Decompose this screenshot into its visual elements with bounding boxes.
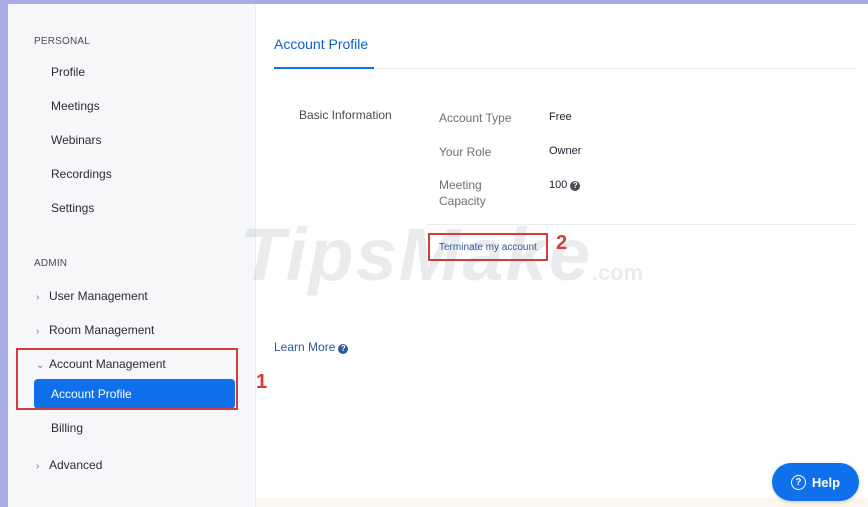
tab-account-profile[interactable]: Account Profile — [274, 36, 368, 52]
field-label-meeting-capacity: Meeting Capacity — [439, 177, 486, 209]
sidebar-item-recordings[interactable]: Recordings — [51, 167, 112, 181]
help-button-label: Help — [811, 474, 841, 490]
field-label-account-type: Account Type — [439, 111, 512, 125]
highlight-box-account-management — [16, 348, 238, 410]
section-label-admin: ADMIN — [34, 258, 68, 269]
field-value-meeting-capacity: 100? — [549, 179, 581, 191]
learn-more-link[interactable]: Learn More? — [274, 340, 349, 354]
chevron-right-icon: › — [36, 461, 40, 472]
callout-number-2: 2 — [556, 232, 568, 254]
tab-active-indicator — [274, 67, 374, 69]
bottom-strip — [256, 498, 868, 507]
learn-more-label: Learn More — [274, 340, 336, 354]
highlight-box-terminate — [428, 233, 548, 261]
chevron-right-icon: › — [36, 326, 40, 337]
sidebar: PERSONAL Profile Meetings Webinars Recor… — [8, 4, 256, 507]
sidebar-item-settings[interactable]: Settings — [51, 201, 94, 215]
question-circle-icon[interactable]: ? — [570, 181, 581, 191]
sidebar-item-webinars[interactable]: Webinars — [51, 133, 101, 147]
chevron-right-icon: › — [36, 292, 40, 303]
sidebar-item-label: Room Management — [49, 323, 155, 337]
field-value-your-role: Owner — [549, 145, 582, 157]
callout-number-1: 1 — [256, 371, 268, 393]
field-label-line: Meeting — [439, 178, 482, 192]
question-circle-icon: ? — [338, 344, 349, 354]
field-label-your-role: Your Role — [439, 145, 492, 159]
sidebar-item-billing[interactable]: Billing — [51, 421, 83, 435]
window-frame-left — [0, 0, 8, 507]
sidebar-item-label: Advanced — [49, 458, 103, 472]
sidebar-item-advanced[interactable]: › Advanced — [36, 458, 102, 472]
question-circle-icon: ? — [790, 474, 806, 490]
watermark-suffix: .com — [591, 260, 644, 285]
field-label-line: Capacity — [439, 194, 486, 208]
sidebar-item-profile[interactable]: Profile — [51, 65, 85, 79]
capacity-number: 100 — [549, 179, 568, 191]
field-value-account-type: Free — [549, 111, 572, 123]
sidebar-item-meetings[interactable]: Meetings — [51, 99, 100, 113]
section-divider — [427, 224, 856, 225]
section-label-personal: PERSONAL — [34, 36, 91, 47]
sidebar-item-room-management[interactable]: › Room Management — [36, 323, 154, 337]
section-basic-information: Basic Information — [299, 108, 392, 122]
help-button[interactable]: ? Help — [772, 463, 859, 501]
sidebar-item-label: User Management — [49, 289, 148, 303]
sidebar-item-user-management[interactable]: › User Management — [36, 289, 148, 303]
